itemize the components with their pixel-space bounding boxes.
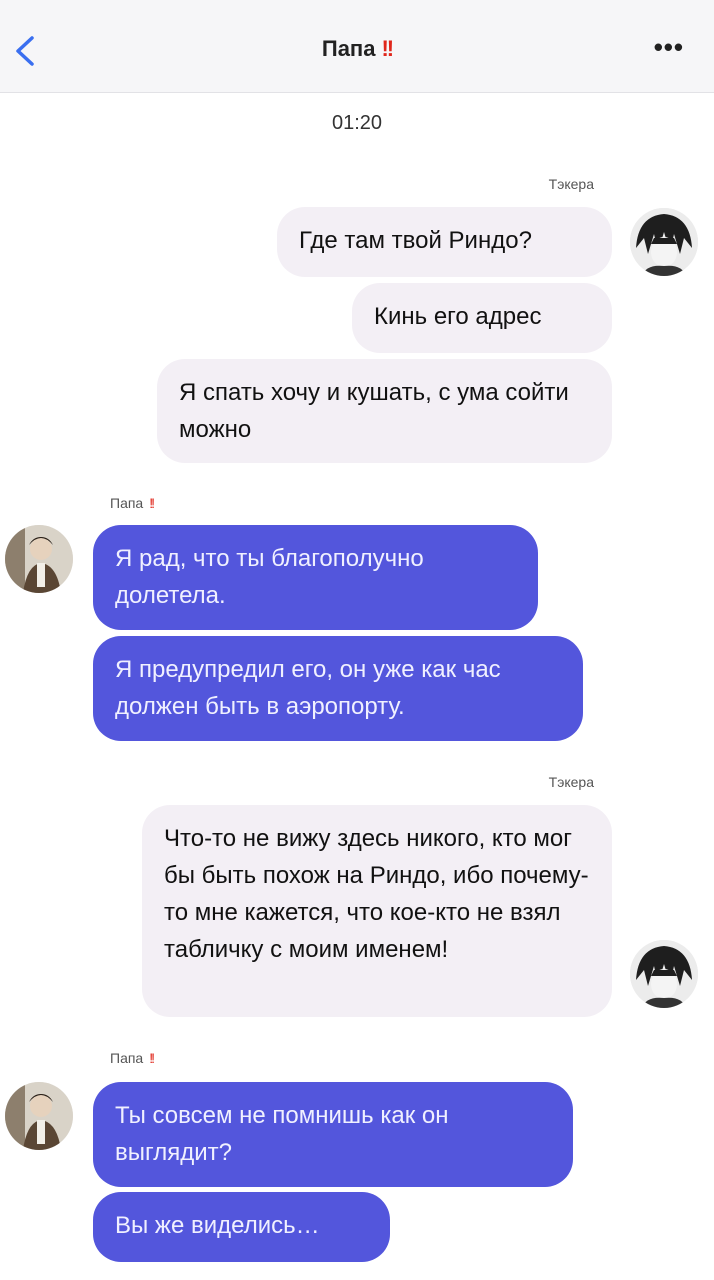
message-bubble-incoming[interactable]: Ты совсем не помнишь как он выглядит? <box>93 1082 573 1187</box>
message-bubble-outgoing[interactable]: Что-то не вижу здесь никого, кто мог бы … <box>142 805 612 1017</box>
message-text: Я спать хочу и кушать, с ума сойти можно <box>179 379 569 443</box>
message-bubble-incoming[interactable]: Я предупредил его, он уже как час должен… <box>93 636 583 741</box>
chat-title-name: Папа <box>321 36 376 61</box>
sender-name: Тэкера <box>548 774 594 790</box>
avatar-tekera[interactable] <box>630 208 698 276</box>
more-options-icon[interactable]: ••• <box>654 32 684 63</box>
message-bubble-outgoing[interactable]: Я спать хочу и кушать, с ума сойти можно <box>157 359 612 463</box>
message-text: Вы же виделись… <box>115 1212 320 1239</box>
message-bubble-outgoing[interactable]: Где там твой Риндо? <box>277 207 612 277</box>
double-exclamation-icon: !! <box>149 1050 155 1066</box>
sender-name: Папа!! <box>110 1050 155 1066</box>
double-exclamation-icon: !! <box>381 36 394 61</box>
message-bubble-outgoing[interactable]: Кинь его адрес <box>352 283 612 353</box>
sender-name: Папа!! <box>110 495 155 511</box>
chat-title[interactable]: Папа!! <box>0 36 714 62</box>
message-text: Я рад, что ты благополучно долетела. <box>115 545 424 609</box>
message-text: Ты совсем не помнишь как он выглядит? <box>115 1102 449 1166</box>
message-text: Я предупредил его, он уже как час должен… <box>115 656 501 720</box>
avatar-papa[interactable] <box>5 525 73 593</box>
avatar-tekera[interactable] <box>630 940 698 1008</box>
chat-header: Папа!! ••• <box>0 0 714 93</box>
sender-name-text: Папа <box>110 1050 144 1066</box>
message-text: Где там твой Риндо? <box>299 227 532 254</box>
double-exclamation-icon: !! <box>149 495 155 511</box>
message-timestamp: 01:20 <box>331 112 383 134</box>
sender-name: Тэкера <box>548 176 594 192</box>
message-text: Что-то не вижу здесь никого, кто мог бы … <box>164 825 589 963</box>
message-bubble-incoming[interactable]: Я рад, что ты благополучно долетела. <box>93 525 538 630</box>
message-text: Кинь его адрес <box>374 303 542 330</box>
message-bubble-incoming[interactable]: Вы же виделись… <box>93 1192 390 1262</box>
sender-name-text: Папа <box>110 495 144 511</box>
avatar-papa[interactable] <box>5 1082 73 1150</box>
